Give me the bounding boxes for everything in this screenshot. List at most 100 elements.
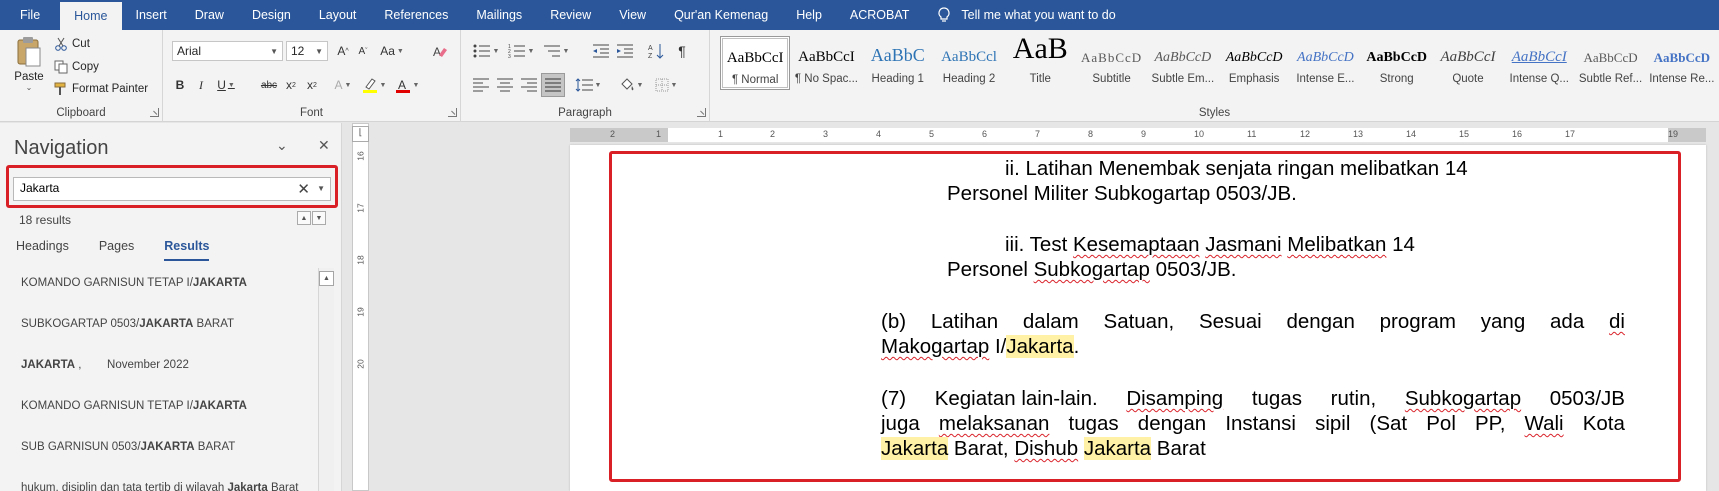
align-center-button[interactable] [495,75,515,95]
sort-button[interactable]: AZ [647,41,667,61]
grow-font-button[interactable]: A ^ [335,41,351,61]
subscript-button[interactable]: x2 [282,75,300,95]
style-quote[interactable]: AaBbCcI Quote [1433,36,1503,90]
tab-help[interactable]: Help [782,0,836,30]
paintbrush-icon [54,82,66,95]
doc-word: tugas [1068,412,1119,435]
align-left-button[interactable] [471,75,491,95]
style-intense-reference[interactable]: AaBbCcD Intense Re... [1647,36,1717,90]
tab-selector-icon[interactable]: ⌊ [352,126,369,142]
result-item[interactable]: SUB GARNISUN 0503/JAKARTA BARAT [21,441,235,453]
style-title[interactable]: AaB Title [1005,36,1075,90]
result-item[interactable]: SUBKOGARTAP 0503/JAKARTA BARAT [21,318,234,330]
style-subtle-reference[interactable]: AaBbCcD Subtle Ref... [1575,36,1645,90]
doc-line: ii. Latihan Menembak senjata ringan meli… [1005,157,1468,180]
tab-insert[interactable]: Insert [122,0,181,30]
tab-acrobat[interactable]: ACROBAT [836,0,924,30]
tab-quran-kemenag[interactable]: Qur'an Kemenag [660,0,782,30]
tab-pages[interactable]: Pages [99,239,134,261]
tab-review[interactable]: Review [536,0,605,30]
tab-design[interactable]: Design [238,0,305,30]
doc-text: Dishub [1014,437,1079,460]
strikethrough-button[interactable]: abc [260,75,278,95]
style-subtle-emphasis[interactable]: AaBbCcD Subtle Em... [1148,36,1218,90]
cut-button[interactable]: Cut [54,37,90,51]
tab-mailings[interactable]: Mailings [462,0,536,30]
highlight-color-button[interactable]: ▼ [360,75,388,95]
font-name-dropdown[interactable]: Arial ▼ [172,41,283,61]
result-item[interactable]: KOMANDO GARNISUN TETAP I/JAKARTA [21,400,247,412]
style-intense-quote[interactable]: AaBbCcI Intense Q... [1504,36,1574,90]
style-heading-1[interactable]: AaBbC Heading 1 [863,36,933,90]
underline-button[interactable]: U ▼ [214,75,238,95]
increase-indent-button[interactable] [615,41,635,61]
doc-word: dengan [1286,310,1355,333]
line-spacing-button[interactable]: ▼ [573,75,603,95]
tab-draw[interactable]: Draw [181,0,238,30]
dialog-launcher-icon[interactable] [448,108,457,117]
dialog-launcher-icon[interactable] [697,108,706,117]
ruler-number: 13 [1353,129,1364,139]
tab-headings[interactable]: Headings [16,239,69,261]
superscript-button[interactable]: x2 [303,75,321,95]
tab-file[interactable]: File [0,0,60,30]
tab-references[interactable]: References [370,0,462,30]
tab-results[interactable]: Results [164,239,210,261]
result-match: Jakarta [227,482,268,491]
tab-view[interactable]: View [605,0,660,30]
style-name: Heading 1 [871,73,924,85]
tab-home[interactable]: Home [60,2,122,30]
doc-word: Kegiatan lain-lain. [934,387,1098,410]
bold-button[interactable]: B [172,75,188,95]
result-text: Barat [267,482,299,491]
bullet-list-icon [473,44,490,58]
ruler-number: 19 [355,307,366,317]
doc-word: dalam [1022,310,1079,333]
close-icon[interactable]: ✕ [318,137,330,154]
copy-button[interactable]: Copy [54,60,99,74]
style-heading-2[interactable]: AaBbCcl Heading 2 [934,36,1004,90]
style-intense-emphasis[interactable]: AaBbCcD Intense E... [1290,36,1360,90]
font-size-dropdown[interactable]: 12 ▼ [286,41,328,61]
tab-layout[interactable]: Layout [305,0,371,30]
result-item[interactable]: JAKARTA , November 2022 [21,359,189,371]
justify-button[interactable] [541,73,565,97]
result-item[interactable]: KOMANDO GARNISUN TETAP I/JAKARTA [21,277,247,289]
bullets-button[interactable]: ▼ [471,41,501,61]
shading-button[interactable]: ▼ [616,75,646,95]
borders-button[interactable]: ▼ [651,75,681,95]
decrease-indent-button[interactable] [591,41,611,61]
align-right-button[interactable] [519,75,539,95]
pane-options-chevron-icon[interactable]: ⌄ [276,137,288,154]
style-normal[interactable]: AaBbCcI ¶ Normal [720,36,791,90]
style-emphasis[interactable]: AaBbCcD Emphasis [1219,36,1289,90]
highlighter-icon [362,78,377,93]
doc-word: Sesuai [1198,310,1262,333]
paste-button[interactable]: Paste ⌄ [10,36,48,98]
italic-button[interactable]: I [193,75,209,95]
font-color-button[interactable]: A ▼ [393,75,421,95]
next-result-icon[interactable]: ▼ [312,211,326,225]
style-name: Subtitle [1092,73,1131,85]
tell-me-text: Tell me what you want to do [961,8,1116,22]
numbering-button[interactable]: 1 2 3 ▼ [506,41,536,61]
copy-icon [54,60,68,74]
ribbon-home: Paste ⌄ Cut Copy Format Painter Clipboar… [0,30,1719,122]
previous-result-icon[interactable]: ▲ [297,211,311,225]
style-subtitle[interactable]: AaBbCcD Subtitle [1076,36,1146,90]
text-effects-button[interactable]: A ▼ [330,75,356,95]
style-no-spacing[interactable]: AaBbCcI ¶ No Spac... [791,36,861,90]
vertical-ruler: 16 17 18 19 20 [352,123,369,491]
result-item[interactable]: hukum, disiplin dan tata tertib di wilay… [21,482,298,491]
pilcrow-icon[interactable]: ¶ [673,41,691,61]
clear-formatting-icon[interactable]: A [431,41,449,61]
tell-me-box[interactable]: Tell me what you want to do [923,0,1116,30]
dialog-launcher-icon[interactable] [150,108,159,117]
style-strong[interactable]: AaBbCcD Strong [1362,36,1432,90]
results-scrollbar[interactable]: ▲ [318,268,334,491]
format-painter-button[interactable]: Format Painter [54,82,148,96]
scroll-up-icon[interactable]: ▲ [319,271,334,286]
multilevel-list-button[interactable]: ▼ [541,41,571,61]
shrink-font-button[interactable]: Aˇ [355,41,371,61]
change-case-button[interactable]: Aa ▼ [378,41,406,61]
